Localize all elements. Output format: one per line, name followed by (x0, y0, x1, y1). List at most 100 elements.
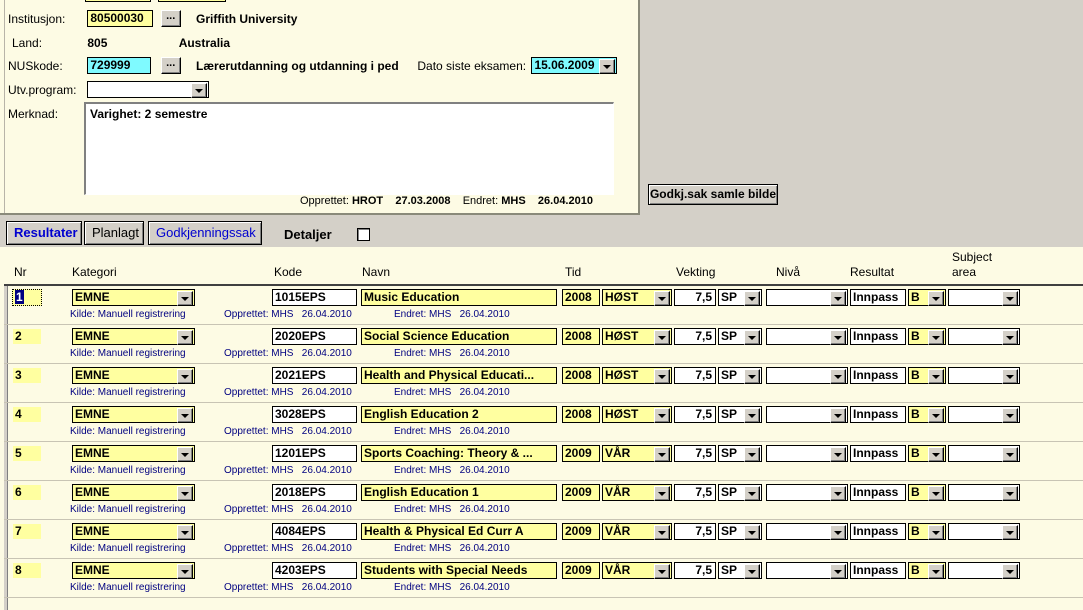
chevron-down-icon[interactable] (1002, 408, 1018, 423)
nuskode-browse-button[interactable]: ... (160, 57, 181, 75)
cell-nr[interactable]: 1 (12, 289, 42, 306)
cell-nr[interactable]: 5 (12, 445, 42, 462)
cell-kategori-combo[interactable]: EMNE (72, 367, 195, 384)
cell-karakter-combo[interactable]: B (908, 445, 946, 462)
chevron-down-icon[interactable] (1002, 525, 1018, 540)
cell-kode[interactable]: 2018EPS (272, 484, 357, 501)
tab-godkjenningssak[interactable]: Godkjenningssak (148, 221, 262, 245)
chevron-down-icon[interactable] (654, 447, 670, 462)
chevron-down-icon[interactable] (177, 447, 193, 462)
chevron-down-icon[interactable] (830, 564, 846, 579)
chevron-down-icon[interactable] (654, 486, 670, 501)
cell-kategori-combo[interactable]: EMNE (72, 289, 195, 306)
chevron-down-icon[interactable] (744, 564, 760, 579)
cell-subject-area-combo[interactable] (948, 367, 1020, 384)
cell-vekting-unit-combo[interactable]: SP (718, 484, 762, 501)
chevron-down-icon[interactable] (177, 291, 193, 306)
cell-subject-area-combo[interactable] (948, 289, 1020, 306)
chevron-down-icon[interactable] (654, 525, 670, 540)
cell-vekting-unit-combo[interactable]: SP (718, 367, 762, 384)
chevron-down-icon[interactable] (744, 408, 760, 423)
chevron-down-icon[interactable] (654, 330, 670, 345)
chevron-down-icon[interactable] (744, 447, 760, 462)
cell-vekting[interactable]: 7,5 (674, 445, 716, 462)
cell-vekting[interactable]: 7,5 (674, 406, 716, 423)
table-row[interactable]: 4 EMNE 3028EPS English Education 2 2008 HØST 7… (4, 403, 1083, 442)
chevron-down-icon[interactable] (744, 369, 760, 384)
cell-navn[interactable]: Social Science Education (361, 328, 557, 345)
chevron-down-icon[interactable] (928, 447, 944, 462)
cell-vekting[interactable]: 7,5 (674, 367, 716, 384)
cell-vekting[interactable]: 7,5 (674, 562, 716, 579)
cell-niva-combo[interactable] (766, 445, 848, 462)
cell-resultat[interactable]: Innpass (850, 289, 906, 306)
cell-vekting-unit-combo[interactable]: SP (718, 289, 762, 306)
utv-program-combo[interactable] (87, 81, 210, 99)
cell-navn[interactable]: Students with Special Needs (361, 562, 557, 579)
cell-resultat[interactable]: Innpass (850, 445, 906, 462)
cell-niva-combo[interactable] (766, 367, 848, 384)
cell-nr[interactable]: 3 (12, 367, 42, 384)
cell-tid-year[interactable]: 2009 (562, 523, 600, 540)
cell-navn[interactable]: Health and Physical Educati... (361, 367, 557, 384)
chevron-down-icon[interactable] (928, 525, 944, 540)
cell-kategori-combo[interactable]: EMNE (72, 406, 195, 423)
cell-niva-combo[interactable] (766, 328, 848, 345)
table-row[interactable]: 1 EMNE 1015EPS Music Education 2008 HØST 7,5 SP… (4, 286, 1083, 325)
chevron-down-icon[interactable] (177, 486, 193, 501)
chevron-down-icon[interactable] (1002, 564, 1018, 579)
cell-niva-combo[interactable] (766, 562, 848, 579)
cell-navn[interactable]: English Education 2 (361, 406, 557, 423)
cell-tid-year[interactable]: 2008 (562, 328, 600, 345)
cell-niva-combo[interactable] (766, 484, 848, 501)
cell-kode[interactable]: 4084EPS (272, 523, 357, 540)
godkj-sak-samle-bilde-button[interactable]: Godkj.sak samle bilde (648, 184, 778, 205)
cell-tid-year[interactable]: 2009 (562, 484, 600, 501)
cell-resultat[interactable]: Innpass (850, 484, 906, 501)
cell-tid-term-combo[interactable]: HØST (602, 289, 672, 306)
cell-vekting-unit-combo[interactable]: SP (718, 562, 762, 579)
cell-tid-term-combo[interactable]: HØST (602, 406, 672, 423)
cell-kode[interactable]: 1015EPS (272, 289, 357, 306)
chevron-down-icon[interactable] (654, 564, 670, 579)
cell-navn[interactable]: Music Education (361, 289, 557, 306)
cell-subject-area-combo[interactable] (948, 328, 1020, 345)
tab-resultater[interactable]: Resultater (6, 221, 82, 245)
chevron-down-icon[interactable] (191, 83, 208, 99)
cell-vekting-unit-combo[interactable]: SP (718, 445, 762, 462)
chevron-down-icon[interactable] (928, 408, 944, 423)
chevron-down-icon[interactable] (654, 408, 670, 423)
cell-resultat[interactable]: Innpass (850, 367, 906, 384)
cell-nr[interactable]: 2 (12, 328, 42, 345)
cell-niva-combo[interactable] (766, 289, 848, 306)
table-row[interactable]: 6 EMNE 2018EPS English Education 1 2009 VÅR 7,… (4, 481, 1083, 520)
cell-vekting-unit-combo[interactable]: SP (718, 406, 762, 423)
detaljer-checkbox[interactable] (357, 228, 370, 241)
chevron-down-icon[interactable] (1002, 369, 1018, 384)
chevron-down-icon[interactable] (1002, 291, 1018, 306)
merknad-textarea[interactable]: Varighet: 2 semestre (84, 102, 614, 195)
cell-nr[interactable]: 7 (12, 523, 42, 540)
chevron-down-icon[interactable] (177, 408, 193, 423)
chevron-down-icon[interactable] (928, 369, 944, 384)
chevron-down-icon[interactable] (177, 330, 193, 345)
chevron-down-icon[interactable] (928, 291, 944, 306)
chevron-down-icon[interactable] (1002, 330, 1018, 345)
cell-niva-combo[interactable] (766, 523, 848, 540)
institusjon-browse-button[interactable]: ... (160, 10, 181, 28)
chevron-down-icon[interactable] (830, 291, 846, 306)
cell-vekting[interactable]: 7,5 (674, 523, 716, 540)
cell-niva-combo[interactable] (766, 406, 848, 423)
table-row[interactable]: 8 EMNE 4203EPS Students with Special Needs 2… (4, 559, 1083, 598)
cell-tid-term-combo[interactable]: VÅR (602, 445, 672, 462)
chevron-down-icon[interactable] (928, 486, 944, 501)
cell-nr[interactable]: 4 (12, 406, 42, 423)
chevron-down-icon[interactable] (928, 564, 944, 579)
cell-vekting-unit-combo[interactable]: SP (718, 328, 762, 345)
cell-resultat[interactable]: Innpass (850, 328, 906, 345)
cell-tid-year[interactable]: 2009 (562, 445, 600, 462)
chevron-down-icon[interactable] (830, 486, 846, 501)
chevron-down-icon[interactable] (830, 330, 846, 345)
cell-resultat[interactable]: Innpass (850, 562, 906, 579)
cell-resultat[interactable]: Innpass (850, 523, 906, 540)
